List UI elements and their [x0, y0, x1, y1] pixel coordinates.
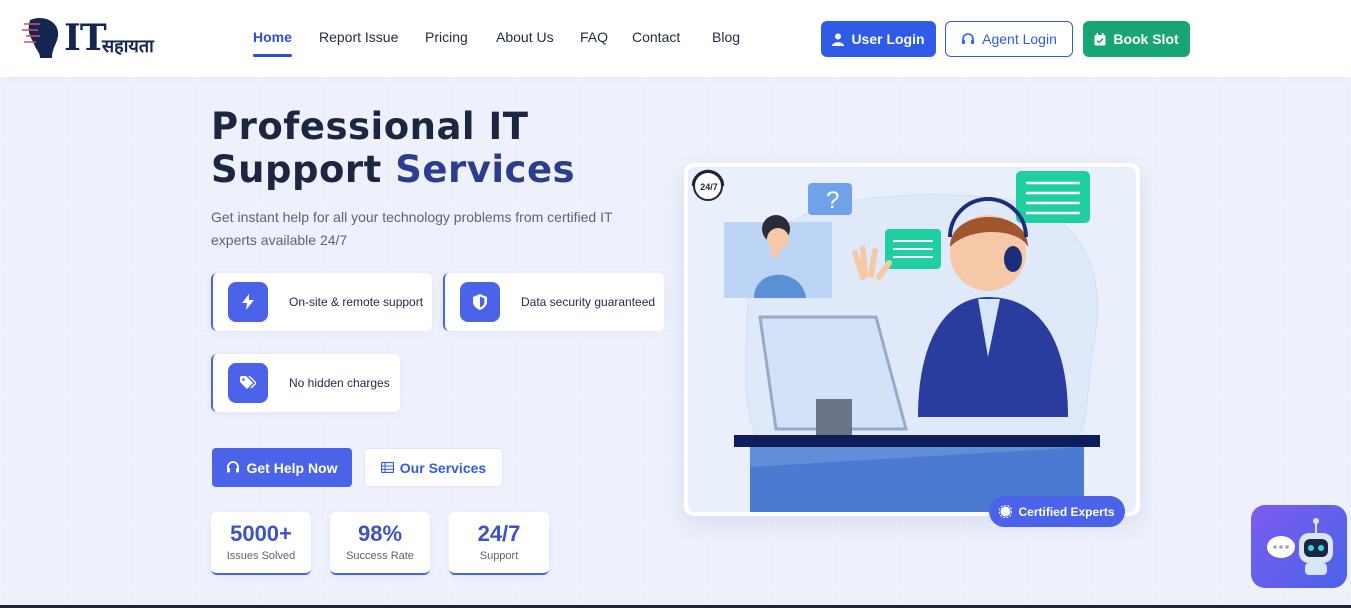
calendar-check-icon	[1094, 32, 1106, 45]
feature-card-security: Data security guaranteed	[443, 273, 664, 331]
support-agent-illustration: ?	[724, 171, 1100, 512]
stat-label: Success Rate	[346, 550, 414, 562]
certified-experts-badge: Certified Experts	[989, 496, 1125, 527]
feature-label: No hidden charges	[289, 376, 390, 390]
background-pattern	[0, 77, 1351, 608]
nav-about-us[interactable]: About Us	[496, 29, 554, 45]
logo-subtext: सहायता	[102, 36, 154, 57]
stat-success-rate: 98% Success Rate	[330, 512, 430, 575]
stat-label: Support	[479, 550, 519, 562]
stat-support: 24/7 Support	[449, 512, 549, 575]
stat-label: Issues Solved	[226, 550, 296, 562]
nav-home[interactable]: Home	[253, 29, 292, 45]
nav-contact[interactable]: Contact	[632, 29, 680, 45]
feature-card-support: On-site & remote support	[211, 273, 432, 331]
get-help-now-button[interactable]: Get Help Now	[212, 448, 352, 487]
headset-icon	[227, 461, 240, 473]
shield-icon	[460, 282, 500, 322]
agent-login-label: Agent Login	[982, 31, 1057, 47]
hero-title-line2: Support Services	[211, 148, 631, 191]
stat-value: 98%	[357, 521, 403, 546]
get-help-now-label: Get Help Now	[246, 459, 338, 476]
hero-title-support: Support	[211, 148, 382, 191]
book-slot-button[interactable]: Book Slot	[1083, 21, 1190, 57]
feature-label: On-site & remote support	[289, 295, 424, 309]
stat-issues-solved: 5000+ Issues Solved	[211, 512, 311, 575]
nav-report-issue[interactable]: Report Issue	[319, 29, 398, 45]
nav-active-indicator	[253, 54, 292, 57]
hero-subtitle: Get instant help for all your technology…	[211, 209, 613, 248]
hero-illustration: ?	[684, 163, 1140, 516]
agent-login-button[interactable]: Agent Login	[945, 21, 1073, 57]
question-mark: ?	[826, 187, 839, 214]
our-services-button[interactable]: Our Services	[364, 448, 503, 487]
logo-text: IT	[64, 17, 107, 59]
user-icon	[832, 33, 845, 46]
hero-title-line1: Professional IT	[211, 105, 529, 148]
chatbot-launcher[interactable]	[1251, 505, 1347, 588]
user-login-button[interactable]: User Login	[821, 21, 936, 57]
badge-24-7-label: 24/7	[700, 182, 718, 192]
certified-experts-label: Certified Experts	[1018, 504, 1115, 519]
hero-title-services: Services	[395, 148, 576, 191]
bolt-icon	[228, 282, 268, 322]
nav-pricing[interactable]: Pricing	[425, 29, 468, 45]
site-logo[interactable]: IT सहायता	[22, 14, 162, 62]
stat-value: 24/7	[477, 521, 521, 546]
headset-icon	[962, 32, 975, 44]
logo-head-icon	[22, 17, 59, 58]
feature-card-charges: No hidden charges	[211, 354, 400, 412]
badge-24-7: 24/7	[688, 167, 730, 207]
nav-blog[interactable]: Blog	[712, 29, 740, 45]
list-icon	[380, 462, 394, 473]
hero-title: Professional IT Support Services	[211, 105, 631, 191]
feature-label: Data security guaranteed	[521, 295, 656, 309]
stat-value: 5000+	[230, 521, 292, 546]
certificate-icon	[999, 505, 1013, 518]
user-login-label: User Login	[851, 31, 925, 47]
tag-icon	[228, 363, 268, 403]
site-header: IT सहायता Home Report Issue Pricing Abou…	[0, 0, 1351, 77]
our-services-label: Our Services	[399, 459, 487, 476]
robot-chat-icon	[1267, 518, 1333, 575]
book-slot-label: Book Slot	[1113, 31, 1179, 47]
nav-faq[interactable]: FAQ	[580, 29, 608, 45]
